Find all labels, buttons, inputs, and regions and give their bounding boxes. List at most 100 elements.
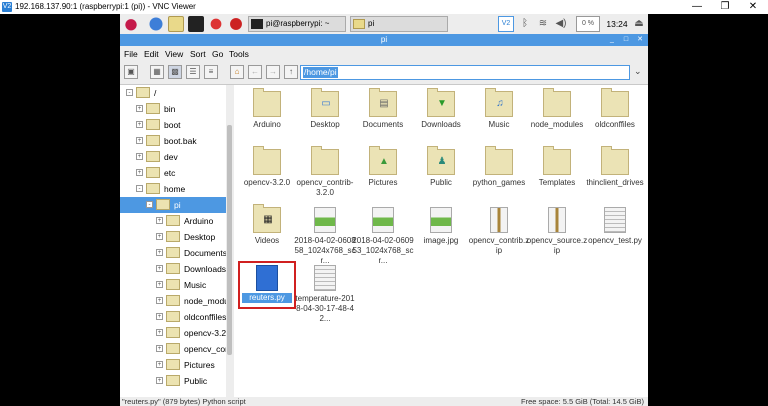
remote-desktop[interactable]: pi@raspberrypi: ~ pi V2 ᛒ ≋ ◀) 0 % 13:24… (120, 14, 648, 406)
file-item[interactable]: ♟ Public (410, 146, 472, 205)
menu-view[interactable]: View (165, 46, 183, 62)
tree-item[interactable]: + dev (120, 149, 226, 165)
fm-maximize-button[interactable]: □ (620, 34, 632, 46)
clock[interactable]: 13:24 (604, 16, 630, 32)
detail-view-icon[interactable]: ≡ (204, 65, 218, 79)
tree-item[interactable]: + opencv_contrib-3 (120, 341, 226, 357)
file-item[interactable]: 2018-04-02-060858_1024x768_scr... (294, 205, 356, 265)
expand-icon[interactable]: + (156, 233, 163, 240)
expand-icon[interactable]: + (136, 121, 143, 128)
mathematica-icon[interactable] (208, 16, 224, 32)
file-item[interactable]: oldconffiles (584, 88, 646, 147)
file-item[interactable]: ▭ Desktop (294, 88, 356, 147)
file-item[interactable]: ▦ Videos (236, 204, 298, 263)
up-icon[interactable]: ↑ (284, 65, 298, 79)
expand-icon[interactable]: + (156, 297, 163, 304)
file-item[interactable]: opencv_contrib-3.2.0 (294, 146, 356, 205)
raspberry-menu-icon[interactable] (123, 16, 139, 32)
thumbnail-view-icon[interactable]: ▩ (168, 65, 182, 79)
menu-go[interactable]: Go (212, 46, 223, 62)
wolfram-icon[interactable] (228, 16, 244, 32)
tree-item[interactable]: + Pictures (120, 357, 226, 373)
tree-item[interactable]: + node_modules (120, 293, 226, 309)
tree-item[interactable]: - / (120, 85, 226, 101)
file-manager-icon[interactable] (168, 16, 184, 32)
file-item[interactable]: image.jpg (410, 205, 472, 263)
home-icon[interactable]: ⌂ (230, 65, 244, 79)
vnc-tray-icon[interactable]: V2 (498, 16, 514, 32)
tree-item[interactable]: + opencv-3.2.0 (120, 325, 226, 341)
icon-view-icon[interactable]: ▦ (150, 65, 164, 79)
bluetooth-icon[interactable]: ᛒ (518, 16, 532, 32)
menu-sort[interactable]: Sort (190, 46, 206, 62)
file-item[interactable]: ▲ Pictures (352, 146, 414, 205)
back-icon[interactable]: ← (248, 65, 262, 79)
file-item[interactable]: ▤ Documents (352, 88, 414, 147)
menu-file[interactable]: File (124, 46, 138, 62)
tree-item[interactable]: - pi (120, 197, 226, 213)
collapse-icon[interactable]: - (126, 89, 133, 96)
tree-item[interactable]: + Documents (120, 245, 226, 261)
volume-icon[interactable]: ◀) (554, 16, 568, 32)
file-item[interactable]: Templates (526, 146, 588, 205)
tree-item[interactable]: + boot.bak (120, 133, 226, 149)
expand-icon[interactable]: + (156, 377, 163, 384)
expand-icon[interactable]: + (136, 153, 143, 160)
tree-item[interactable]: + Downloads (120, 261, 226, 277)
fm-minimize-button[interactable]: _ (606, 34, 618, 46)
expand-icon[interactable]: + (136, 137, 143, 144)
expand-icon[interactable]: + (156, 249, 163, 256)
new-window-icon[interactable]: ▣ (124, 65, 138, 79)
wifi-icon[interactable]: ≋ (536, 16, 550, 32)
file-item[interactable]: reuters.py (236, 261, 298, 321)
expand-icon[interactable]: + (156, 345, 163, 352)
collapse-icon[interactable]: - (136, 185, 143, 192)
tree-item[interactable]: + Public (120, 373, 226, 389)
tree-item[interactable]: + boot (120, 117, 226, 133)
terminal-icon[interactable] (188, 16, 204, 32)
task-file-manager[interactable]: pi (350, 16, 448, 32)
file-item[interactable]: ▼ Downloads (410, 88, 472, 147)
expand-icon[interactable]: + (156, 329, 163, 336)
close-button[interactable]: ✕ (738, 0, 768, 14)
file-item[interactable]: node_modules (526, 88, 588, 147)
minimize-button[interactable]: — (682, 0, 712, 14)
file-item[interactable]: opencv_contrib.zip (468, 205, 530, 263)
file-item[interactable]: opencv_source.zip (526, 205, 588, 263)
expand-icon[interactable]: + (156, 217, 163, 224)
collapse-icon[interactable]: - (146, 201, 153, 208)
tree-item[interactable]: + etc (120, 165, 226, 181)
file-item[interactable]: ♫ Music (468, 88, 530, 147)
browser-icon[interactable] (148, 16, 164, 32)
tree-item[interactable]: - home (120, 181, 226, 197)
file-item[interactable]: thinclient_drives (584, 146, 646, 205)
expand-icon[interactable]: + (156, 281, 163, 288)
expand-icon[interactable]: + (136, 105, 143, 112)
forward-icon[interactable]: → (266, 65, 280, 79)
tree-item[interactable]: + Music (120, 277, 226, 293)
expand-icon[interactable]: + (156, 265, 163, 272)
expand-icon[interactable]: + (156, 313, 163, 320)
menu-edit[interactable]: Edit (144, 46, 159, 62)
expand-icon[interactable]: + (156, 361, 163, 368)
file-item[interactable]: temperature-2018-04-30-17-48-42... (294, 263, 356, 323)
file-item[interactable]: opencv_test.py (584, 205, 646, 263)
tree-item[interactable]: + bin (120, 101, 226, 117)
file-icon-grid[interactable]: Arduino ▭ Desktop ▤ Documents ▼ Downloads ♫ Musi… (234, 85, 644, 397)
file-item[interactable]: opencv-3.2.0 (236, 146, 298, 205)
directory-tree[interactable]: - / + bin + boot + boot.bak + dev + etc - home - pi + Ard… (120, 85, 227, 397)
tree-item[interactable]: + oldconffiles (120, 309, 226, 325)
fm-close-button[interactable]: ✕ (634, 34, 646, 46)
cpu-usage-monitor[interactable]: 0 % (576, 16, 600, 32)
expand-icon[interactable]: + (136, 169, 143, 176)
eject-icon[interactable]: ⏏ (632, 16, 646, 32)
task-terminal[interactable]: pi@raspberrypi: ~ (248, 16, 346, 32)
path-input[interactable]: /home/pi (300, 65, 630, 80)
file-item[interactable]: 2018-04-02-060953_1024x768_scr... (352, 205, 414, 265)
chevron-down-icon[interactable]: ⌄ (634, 66, 642, 77)
file-item[interactable]: python_games (468, 146, 530, 205)
file-item[interactable]: Arduino (236, 88, 298, 147)
maximize-button[interactable]: ❐ (710, 0, 740, 14)
tree-item[interactable]: + Desktop (120, 229, 226, 245)
menu-tools[interactable]: Tools (229, 46, 249, 62)
